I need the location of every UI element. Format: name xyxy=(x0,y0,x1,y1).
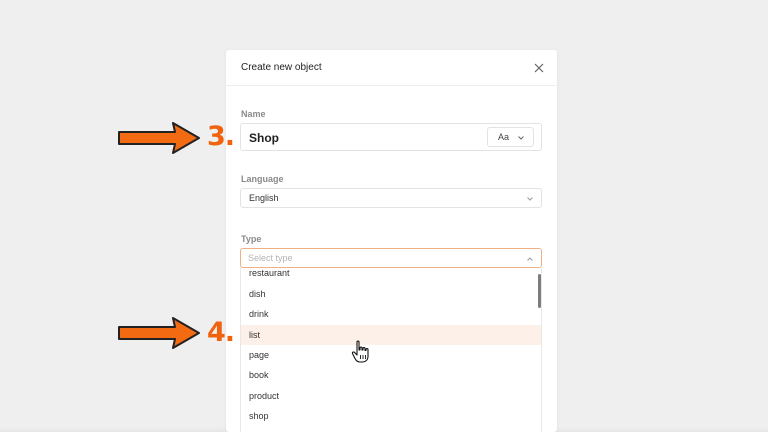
type-option-product[interactable]: product xyxy=(241,386,541,406)
language-label: Language xyxy=(241,174,284,184)
name-label: Name xyxy=(241,109,266,119)
type-option-restaurant[interactable]: restaurant xyxy=(241,268,541,283)
language-select[interactable]: English xyxy=(240,188,542,208)
annotation-arrow-icon xyxy=(118,122,200,154)
dropdown-scrollbar[interactable] xyxy=(538,274,541,308)
close-icon[interactable] xyxy=(532,61,546,75)
name-value: Shop xyxy=(249,131,279,145)
chevron-up-icon xyxy=(527,257,533,261)
type-option-drink[interactable]: drink xyxy=(241,304,541,324)
type-select[interactable]: Select type xyxy=(240,248,542,268)
type-option-shop[interactable]: shop xyxy=(241,406,541,426)
chevron-down-icon xyxy=(527,197,533,201)
chevron-down-icon xyxy=(518,136,524,140)
type-label: Type xyxy=(241,234,262,244)
name-input[interactable]: Shop Aa xyxy=(240,123,542,151)
text-format-button[interactable]: Aa xyxy=(487,127,534,147)
type-option-list[interactable]: list xyxy=(241,325,541,345)
modal-header: Create new object xyxy=(226,50,557,86)
type-placeholder: Select type xyxy=(248,253,293,263)
language-value: English xyxy=(249,193,279,203)
type-dropdown-list[interactable]: restaurant dish drink list page book pro… xyxy=(240,268,542,432)
text-format-label: Aa xyxy=(498,132,510,142)
hand-cursor-icon xyxy=(351,340,369,363)
type-option-dish[interactable]: dish xyxy=(241,284,541,304)
step-3-label: 3. xyxy=(207,121,235,152)
annotation-arrow-icon xyxy=(118,317,200,349)
modal-title: Create new object xyxy=(241,62,322,73)
create-object-modal: Create new object Name Shop Aa Language … xyxy=(226,50,557,432)
type-option-page[interactable]: page xyxy=(241,345,541,365)
type-option-book[interactable]: book xyxy=(241,365,541,385)
step-4-label: 4. xyxy=(207,317,235,348)
